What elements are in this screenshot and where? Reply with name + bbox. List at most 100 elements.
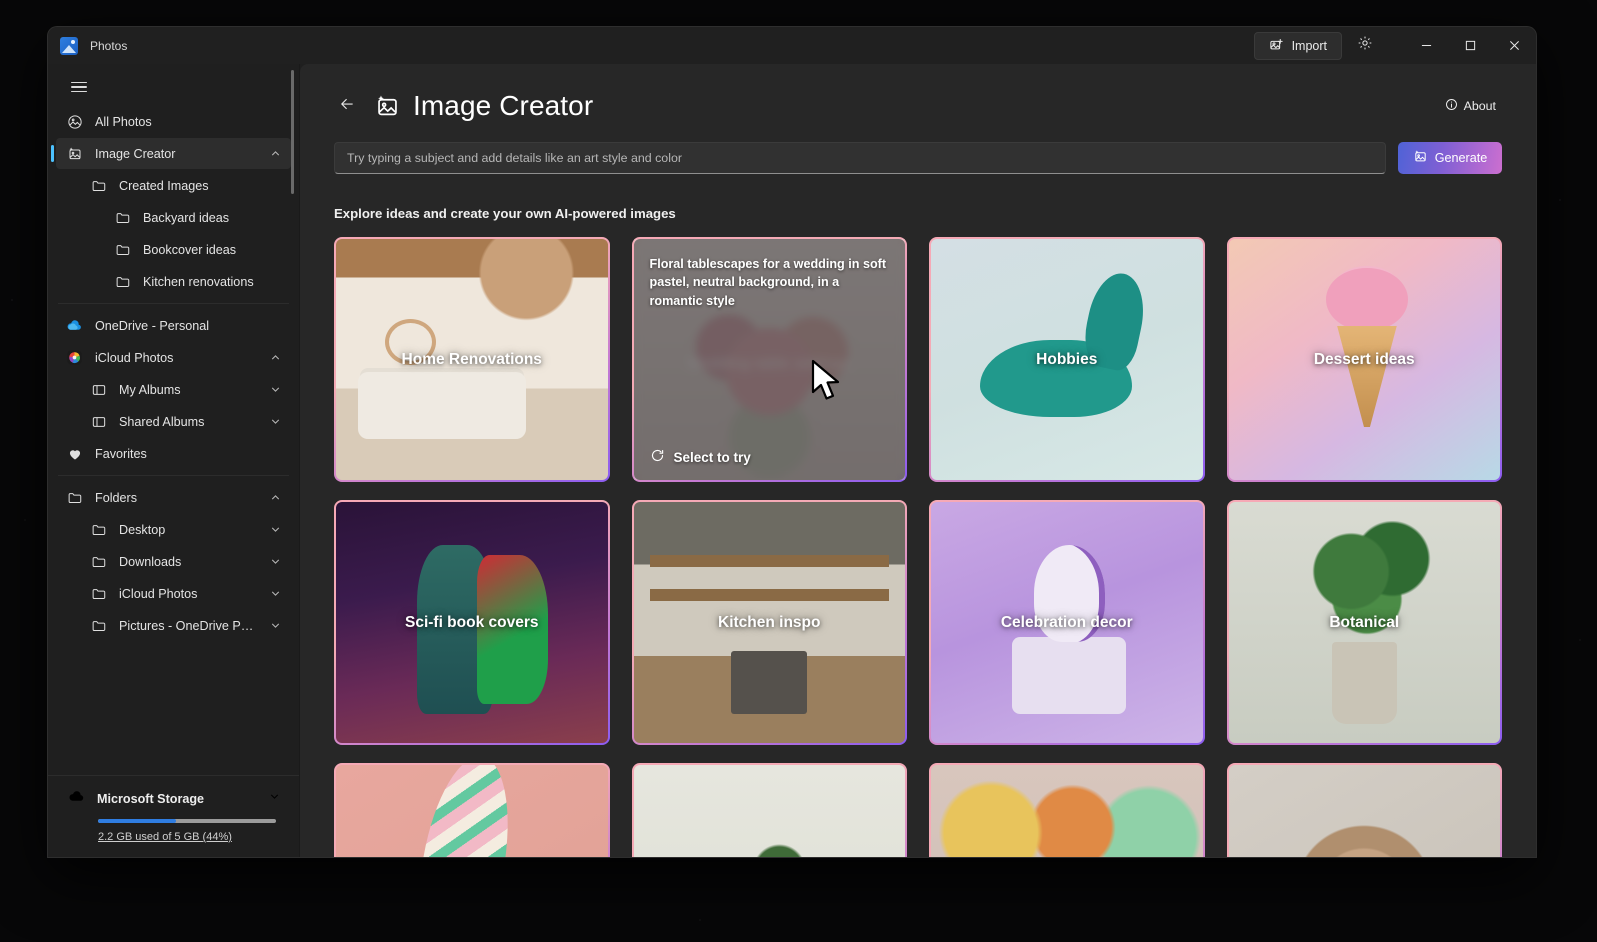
sidebar-item-bookcover-ideas[interactable]: Bookcover ideas xyxy=(56,234,291,265)
sidebar-item-label: Shared Albums xyxy=(119,415,257,429)
chevron-down-icon[interactable] xyxy=(269,587,283,601)
chevron-down-icon[interactable] xyxy=(269,415,283,429)
folder-icon xyxy=(114,241,131,258)
folder-icon xyxy=(90,177,107,194)
idea-card-label: Home Renovations xyxy=(392,351,552,369)
sidebar-item-label: iCloud Photos xyxy=(119,587,257,601)
chevron-down-icon[interactable] xyxy=(269,383,283,397)
photos-app-logo xyxy=(60,37,78,55)
cloud-icon xyxy=(68,788,85,810)
idea-card-inner: Home Renovations xyxy=(336,239,608,480)
sidebar-item-label: Folders xyxy=(95,491,257,505)
idea-card-artwork xyxy=(1229,765,1501,857)
sidebar-item-shared-albums[interactable]: Shared Albums xyxy=(56,406,291,437)
sidebar-item-folders[interactable]: Folders xyxy=(56,482,291,513)
chevron-down-icon[interactable] xyxy=(269,619,283,633)
sidebar-item-label: My Albums xyxy=(119,383,257,397)
import-button[interactable]: Import xyxy=(1254,32,1342,60)
idea-card[interactable] xyxy=(1227,763,1503,857)
sidebar-item-kitchen-renovations[interactable]: Kitchen renovations xyxy=(56,266,291,297)
select-to-try-action[interactable]: Select to try xyxy=(650,448,751,466)
idea-card[interactable]: Celebration decor xyxy=(929,500,1205,745)
prompt-input[interactable] xyxy=(347,151,1373,165)
back-button[interactable] xyxy=(334,93,360,119)
idea-card-label: Dessert ideas xyxy=(1304,351,1425,369)
minimize-button[interactable] xyxy=(1404,27,1448,64)
sidebar-item-created-images[interactable]: Created Images xyxy=(56,170,291,201)
sidebar-item-desktop[interactable]: Desktop xyxy=(56,514,291,545)
storage-header[interactable]: Microsoft Storage xyxy=(58,788,289,810)
sidebar-item-label: Pictures - OneDrive Personal xyxy=(119,619,257,633)
sidebar-item-onedrive-personal[interactable]: OneDrive - Personal xyxy=(56,310,291,341)
idea-card-inner: Celebration decor xyxy=(931,502,1203,743)
storage-progress-bar xyxy=(98,819,276,823)
sidebar-item-icloud-photos[interactable]: iCloud Photos xyxy=(56,578,291,609)
navigation-sidebar: All PhotosImage CreatorCreated ImagesBac… xyxy=(48,64,300,857)
sidebar-group-folders: Folders Desktop Downloads iCloud Photos Pict… xyxy=(48,482,299,641)
idea-card-inner xyxy=(931,765,1203,857)
idea-card-inner: Botanical xyxy=(1229,502,1501,743)
sidebar-item-label: OneDrive - Personal xyxy=(95,319,283,333)
idea-card[interactable] xyxy=(334,763,610,857)
idea-card-label: Celebration decor xyxy=(991,614,1143,632)
hamburger-menu-button[interactable] xyxy=(60,70,98,104)
sidebar-item-my-albums[interactable]: My Albums xyxy=(56,374,291,405)
sidebar-item-image-creator[interactable]: Image Creator xyxy=(56,138,291,169)
sidebar-item-pictures-onedrive-personal[interactable]: Pictures - OneDrive Personal xyxy=(56,610,291,641)
sidebar-item-favorites[interactable]: Favorites xyxy=(56,438,291,469)
idea-card-label: Kitchen inspo xyxy=(708,614,830,632)
idea-card[interactable]: Home Renovations xyxy=(334,237,610,482)
idea-card[interactable]: Sci-fi book covers xyxy=(334,500,610,745)
sidebar-group-library: All PhotosImage CreatorCreated ImagesBac… xyxy=(48,106,299,297)
close-icon xyxy=(1509,40,1520,51)
image-creator-icon xyxy=(66,145,83,162)
page-title: Image Creator xyxy=(413,90,593,122)
idea-card[interactable]: Botanical xyxy=(1227,500,1503,745)
maximize-icon xyxy=(1465,40,1476,51)
sidebar-item-icloud-photos[interactable]: iCloud Photos xyxy=(56,342,291,373)
about-link[interactable]: About xyxy=(1439,94,1502,118)
idea-card-inner: Hobbies xyxy=(931,239,1203,480)
idea-card[interactable] xyxy=(632,763,908,857)
generate-button[interactable]: Generate xyxy=(1398,142,1502,174)
chevron-down-icon[interactable] xyxy=(269,555,283,569)
chevron-up-icon[interactable] xyxy=(269,351,283,365)
page-header: Image Creator About xyxy=(300,64,1536,174)
sidebar-scrollbar[interactable] xyxy=(291,70,294,194)
maximize-button[interactable] xyxy=(1448,27,1492,64)
chevron-up-icon[interactable] xyxy=(269,147,283,161)
settings-button[interactable] xyxy=(1348,32,1382,60)
idea-card[interactable]: Kitchen inspo xyxy=(632,500,908,745)
all-photos-icon xyxy=(66,113,83,130)
sidebar-item-label: Downloads xyxy=(119,555,257,569)
prompt-input-wrapper[interactable] xyxy=(334,142,1386,174)
folder-icon xyxy=(114,209,131,226)
sidebar-item-label: Favorites xyxy=(95,447,283,461)
app-title: Photos xyxy=(90,39,127,53)
sidebar-divider xyxy=(58,303,289,304)
image-creator-sparkle-icon xyxy=(372,91,402,121)
idea-card-inner xyxy=(1229,765,1501,857)
storage-usage-caption[interactable]: 2.2 GB used of 5 GB (44%) xyxy=(98,831,289,843)
chevron-down-icon[interactable] xyxy=(269,523,283,537)
onedrive-cloud-icon xyxy=(66,317,83,334)
sidebar-item-backyard-ideas[interactable]: Backyard ideas xyxy=(56,202,291,233)
import-photos-icon xyxy=(1269,37,1284,55)
idea-card-inner: Sci-fi book covers xyxy=(336,502,608,743)
explore-heading: Explore ideas and create your own AI-pow… xyxy=(334,206,1502,221)
folder-icon xyxy=(66,489,83,506)
idea-cards-scroll-area: Home Renovations Wedding table settingsFl… xyxy=(300,237,1536,857)
albums-icon xyxy=(90,381,107,398)
sidebar-item-all-photos[interactable]: All Photos xyxy=(56,106,291,137)
idea-card[interactable] xyxy=(929,763,1205,857)
sidebar-item-downloads[interactable]: Downloads xyxy=(56,546,291,577)
back-arrow-icon xyxy=(338,95,356,118)
idea-card-hovered[interactable]: Wedding table settingsFloral tablescapes… xyxy=(632,237,908,482)
idea-card[interactable]: Dessert ideas xyxy=(1227,237,1503,482)
close-button[interactable] xyxy=(1492,27,1536,64)
prompt-row: Generate xyxy=(334,142,1502,174)
idea-card[interactable]: Hobbies xyxy=(929,237,1205,482)
info-circle-icon xyxy=(1445,98,1458,114)
chevron-up-icon[interactable] xyxy=(269,491,283,505)
select-to-try-label: Select to try xyxy=(674,450,751,465)
